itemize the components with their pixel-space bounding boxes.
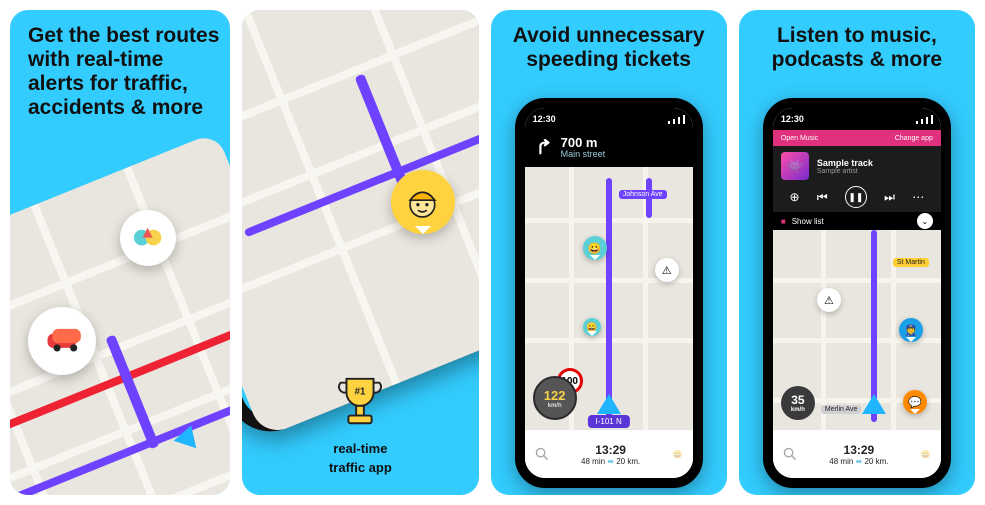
nav-distance: 700 m	[561, 136, 606, 149]
more-button[interactable]: ⋯	[912, 190, 924, 204]
music-panel: 👾 Sample track Sample artist ⊕ ⏮ ❚❚ ⏭ ⋯	[773, 146, 941, 212]
wazer-icon-2[interactable]: 😀	[583, 318, 601, 336]
notch	[822, 108, 892, 122]
promo-panel-2: #1 real-time traffic app	[242, 10, 478, 495]
change-app-button[interactable]: Change app	[895, 135, 933, 142]
headline-1: Get the best routes with real-time alert…	[28, 24, 220, 121]
trophy-label-1: real-time	[242, 442, 478, 456]
speed-value: 35	[791, 393, 805, 407]
headline-3: Avoid unnecessary speeding tickets	[491, 24, 727, 72]
hazard-mini-pin-icon[interactable]: ⚠	[655, 258, 679, 282]
show-list-label: Show list	[792, 217, 824, 226]
trophy-badge: #1 real-time traffic app	[242, 371, 478, 475]
speed-unit: km/h	[791, 407, 805, 413]
phone-mockup-3: Johnson Ave ⚠ 😀 😀 12:30 700 m Main stree…	[515, 98, 703, 488]
speed-unit: km/h	[544, 403, 566, 409]
signal-icon	[916, 115, 933, 124]
add-button[interactable]: ⊕	[790, 190, 800, 204]
eta: 13:29	[829, 443, 888, 457]
open-music-button[interactable]: Open Music	[781, 135, 818, 142]
show-list-row[interactable]: ■ Show list ⌄	[773, 212, 941, 230]
street-label-a: St Martin	[893, 258, 929, 267]
eta: 13:29	[581, 443, 640, 457]
wazer-icon[interactable]: 😀	[583, 236, 607, 260]
nav-arrow-icon	[597, 394, 621, 414]
report-button[interactable]: 💬	[903, 390, 927, 414]
worker-pin-icon	[391, 170, 455, 234]
avatar-icon[interactable]: 😀	[673, 450, 683, 459]
trip-dist: 20 km.	[864, 457, 888, 466]
track-title: Sample track	[817, 158, 873, 168]
play-pause-button[interactable]: ❚❚	[845, 186, 867, 208]
bottom-bar: 13:29 48 min ⬌ 20 km. 😀	[525, 430, 693, 478]
album-art[interactable]: 👾	[781, 152, 809, 180]
headline-4: Listen to music, podcasts & more	[739, 24, 975, 72]
bottom-bar: 13:29 48 min ⬌ 20 km. 😀	[773, 430, 941, 478]
street-label-b: Merlin Ave	[821, 405, 862, 414]
trip-dist: 20 km.	[616, 457, 640, 466]
signal-icon	[668, 115, 685, 124]
clock: 12:30	[781, 114, 804, 124]
phone-mockup-4: St Martin Merlin Ave ⚠ 👮 💬 12:30 Open Mu…	[763, 98, 951, 488]
trophy-icon: #1	[331, 371, 389, 433]
traffic-pin-icon	[28, 307, 96, 375]
notch	[574, 108, 644, 122]
music-header: Open Music Change app	[773, 130, 941, 146]
trip-time: 48 min	[829, 457, 853, 466]
promo-panel-1: Get the best routes with real-time alert…	[10, 10, 230, 495]
promo-panel-3: Avoid unnecessary speeding tickets Johns…	[491, 10, 727, 495]
turn-right-icon	[535, 139, 553, 157]
promo-panel-4: Listen to music, podcasts & more St Mart…	[739, 10, 975, 495]
street-label-top: Johnson Ave	[619, 190, 667, 199]
next-track-button[interactable]: ⏭	[884, 190, 895, 205]
nav-arrow-icon	[862, 394, 886, 414]
eta-block[interactable]: 13:29 48 min ⬌ 20 km.	[829, 443, 888, 466]
trip-time: 48 min	[581, 457, 605, 466]
speed-badge: 35 km/h	[781, 386, 815, 420]
avatar-icon[interactable]: 😀	[921, 450, 931, 459]
road-pill: I-101 N	[588, 415, 630, 428]
track-artist: Sample artist	[817, 168, 873, 175]
trophy-label-2: traffic app	[242, 461, 478, 475]
police-pin-icon[interactable]: 👮	[899, 318, 923, 342]
svg-text:#1: #1	[355, 387, 366, 398]
speed-value: 122	[544, 388, 566, 403]
clock: 12:30	[533, 114, 556, 124]
prev-track-button[interactable]: ⏮	[817, 190, 828, 205]
eta-block[interactable]: 13:29 48 min ⬌ 20 km.	[581, 443, 640, 466]
chevron-down-icon[interactable]: ⌄	[917, 213, 933, 229]
hazard-mini-pin-icon[interactable]: ⚠	[817, 288, 841, 312]
nav-street: Main street	[561, 149, 606, 159]
search-icon[interactable]	[535, 447, 549, 461]
speed-badge: 122 km/h	[533, 376, 577, 420]
search-icon[interactable]	[783, 447, 797, 461]
hazard-pin-icon	[120, 210, 176, 266]
nav-card[interactable]: 700 m Main street	[525, 130, 693, 167]
